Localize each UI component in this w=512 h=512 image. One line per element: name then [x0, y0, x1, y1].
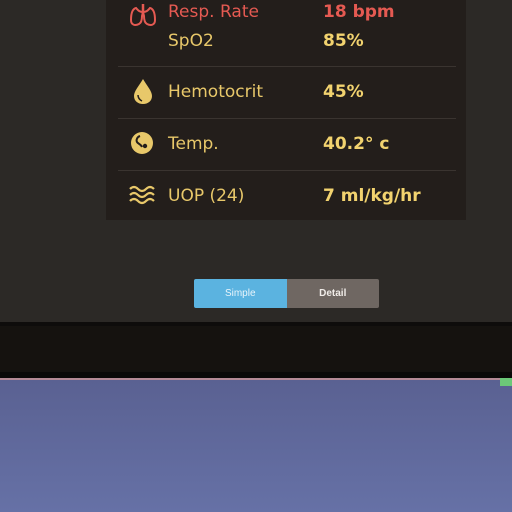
view-toggle: Simple Detail — [194, 279, 379, 308]
vital-row-uop: UOP (24) 7 ml/kg/hr — [118, 170, 456, 222]
simple-view-button[interactable]: Simple — [194, 279, 287, 308]
vital-label-hemotocrit: Hemotocrit — [168, 82, 263, 102]
vital-row-resp-rate: Resp. Rate 18 bpm SpO2 85% — [118, 0, 456, 67]
vital-value-resp-rate: 18 bpm — [323, 2, 395, 22]
vital-value-spo2: 85% — [323, 31, 364, 51]
vital-value-uop: 7 ml/kg/hr — [323, 186, 421, 206]
vital-label-uop: UOP (24) — [168, 186, 245, 206]
lungs-icon — [128, 0, 158, 30]
vital-row-temp: Temp. 40.2° c — [118, 118, 456, 171]
vital-value-hemotocrit: 45% — [323, 82, 364, 102]
vital-label-spo2: SpO2 — [168, 31, 214, 51]
vital-value-temp: 40.2° c — [323, 134, 390, 154]
vitals-panel: Resp. Rate 18 bpm SpO2 85% Hemotocrit 45… — [106, 0, 466, 220]
thermometer-icon — [128, 128, 158, 158]
waves-icon — [128, 180, 158, 210]
monitor-bezel — [0, 326, 512, 374]
detail-view-button[interactable]: Detail — [286, 279, 379, 308]
blood-drop-icon — [128, 76, 158, 106]
indicator-light — [500, 378, 512, 386]
vital-row-hemotocrit: Hemotocrit 45% — [118, 66, 456, 119]
vital-label-resp-rate: Resp. Rate — [168, 2, 259, 22]
vital-label-temp: Temp. — [168, 134, 219, 154]
background-surface — [0, 380, 512, 512]
